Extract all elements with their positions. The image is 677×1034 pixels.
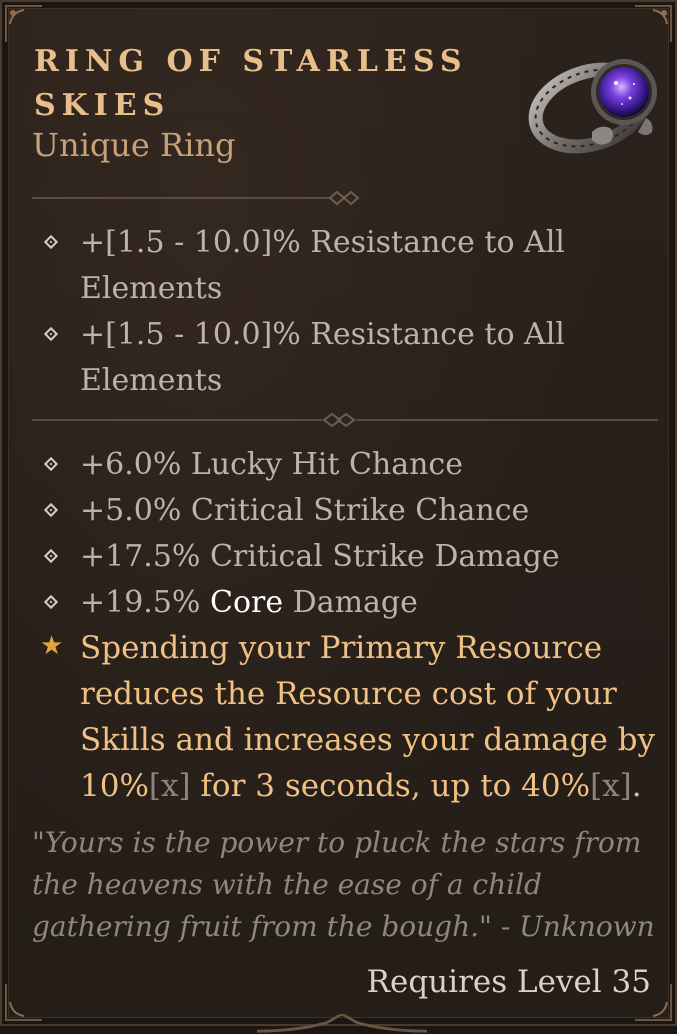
level-requirement: Requires Level 35: [366, 964, 651, 1000]
frame-corner-ornament: [5, 984, 42, 1021]
affix-text: Damage: [283, 585, 418, 620]
affix-text: +5.0% Critical Strike Chance: [80, 493, 530, 528]
diamond-bullet-icon: [43, 594, 59, 610]
affix: +6.0% Lucky Hit Chance: [43, 442, 660, 488]
diamond-bullet-icon: [43, 502, 59, 518]
item-tooltip: RING OF STARLESS SKIES Unique Ring +[1.5…: [0, 0, 677, 1033]
affix-text: +19.5%: [80, 585, 210, 620]
unique-power-text: .: [631, 768, 642, 804]
unique-power: ★ Spending your Primary Resource reduces …: [40, 625, 670, 809]
implicit-affix: +[1.5 - 10.0]% Resistance to All Element…: [43, 312, 660, 404]
affix: +19.5% Core Damage: [43, 580, 660, 626]
item-name: RING OF STARLESS SKIES: [34, 44, 468, 123]
diamond-bullet-icon: [43, 326, 59, 342]
diamond-bullet-icon: [43, 548, 59, 564]
star-icon: ★: [40, 631, 64, 661]
scaling-bracket: [x]: [148, 768, 191, 804]
frame-bottom-ornament: [257, 1014, 427, 1033]
affix: +5.0% Critical Strike Chance: [43, 488, 660, 534]
unique-power-text: for 3 seconds, up to 40%: [190, 768, 591, 804]
ring-of-starless-skies-icon: [528, 59, 657, 154]
affix-keyword: Core: [209, 585, 284, 620]
affix-text: +[1.5 - 10.0]% Resistance to All Element…: [80, 225, 565, 306]
implicit-affix: +[1.5 - 10.0]% Resistance to All Element…: [43, 220, 660, 312]
scaling-bracket: [x]: [590, 768, 632, 804]
affix-text: +6.0% Lucky Hit Chance: [80, 447, 463, 482]
item-type: Unique Ring: [32, 126, 236, 164]
diamond-bullet-icon: [43, 234, 59, 250]
diamond-bullet-icon: [43, 456, 59, 472]
affix-text: +17.5% Critical Strike Damage: [80, 539, 560, 574]
affix: +17.5% Critical Strike Damage: [43, 534, 660, 580]
section-divider: [32, 412, 658, 428]
flavor-text: "Yours is the power to pluck the stars f…: [32, 826, 655, 943]
affix-text: +[1.5 - 10.0]% Resistance to All Element…: [80, 317, 565, 398]
section-divider: [32, 190, 360, 206]
frame-corner-ornament: [5, 5, 42, 42]
